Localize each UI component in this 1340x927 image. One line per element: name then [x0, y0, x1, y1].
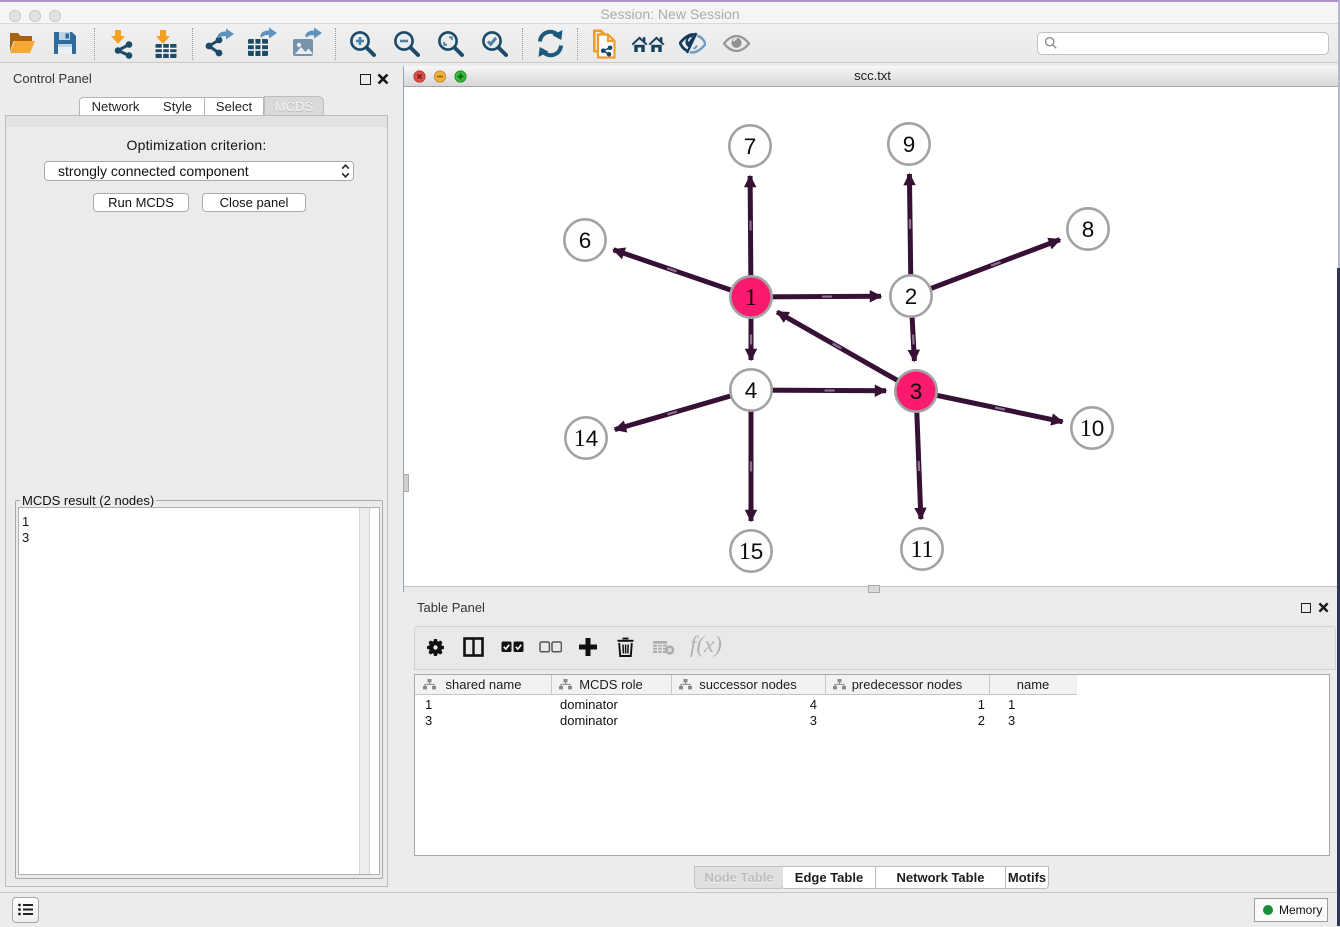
svg-text:9: 9 — [903, 132, 916, 157]
svg-text:1: 1 — [745, 285, 757, 311]
svg-text:2: 2 — [905, 284, 918, 309]
svg-text:11: 11 — [910, 537, 933, 563]
svg-text:10: 10 — [1080, 416, 1105, 442]
svg-text:7: 7 — [744, 134, 757, 159]
svg-text:15: 15 — [739, 539, 764, 565]
svg-text:4: 4 — [745, 378, 758, 403]
svg-text:3: 3 — [910, 379, 923, 404]
svg-text:6: 6 — [579, 228, 592, 253]
svg-text:8: 8 — [1082, 217, 1095, 242]
svg-text:14: 14 — [574, 426, 599, 452]
